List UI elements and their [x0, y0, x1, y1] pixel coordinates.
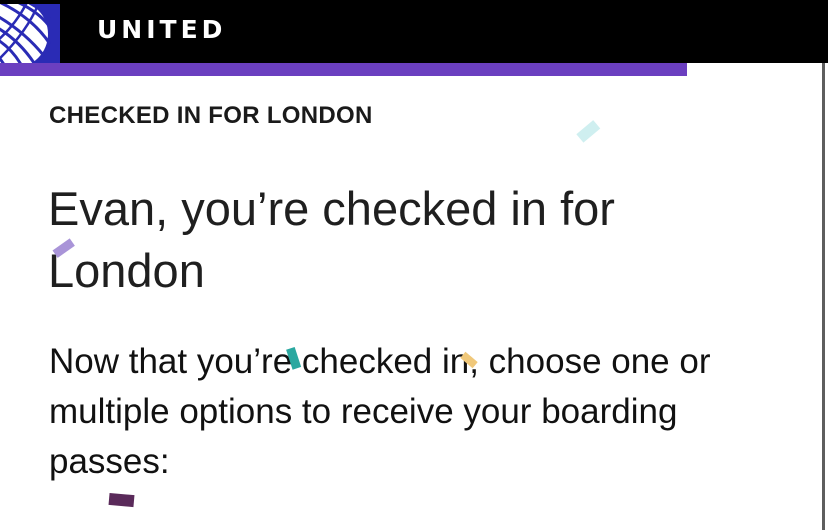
confetti-piece: [460, 351, 478, 369]
confetti-piece: [52, 238, 75, 258]
confetti-piece: [576, 120, 601, 143]
confetti-piece: [286, 346, 302, 370]
confetti-decoration: [52, 120, 601, 508]
confetti-piece: [108, 492, 135, 508]
